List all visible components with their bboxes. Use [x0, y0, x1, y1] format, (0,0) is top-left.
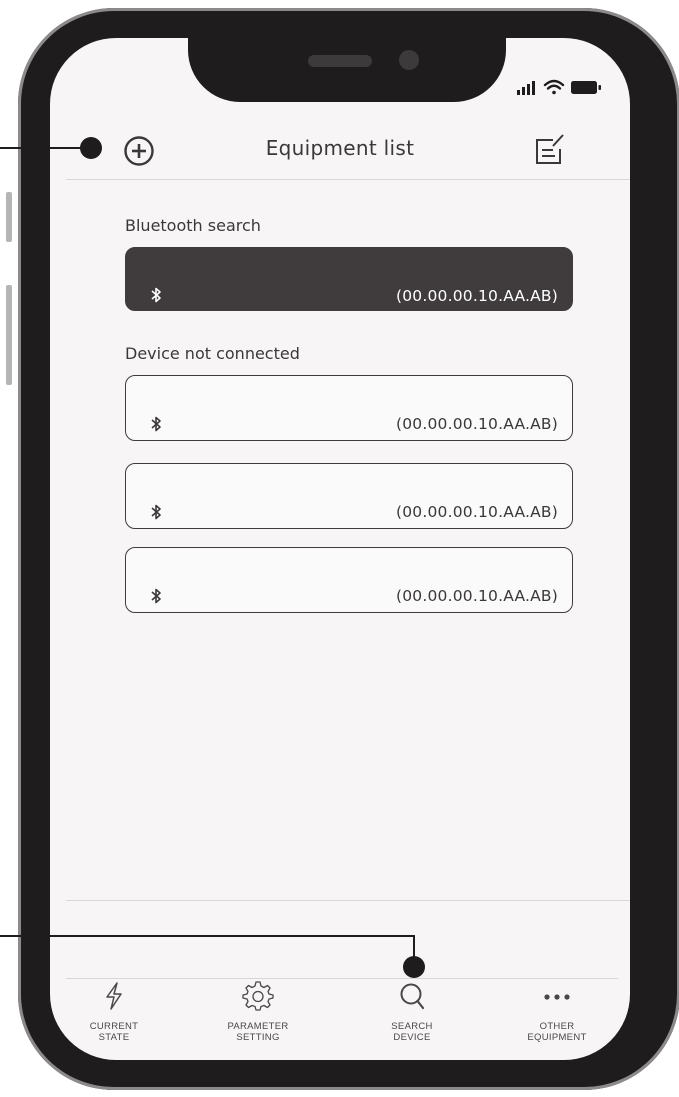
- content-divider: [66, 900, 630, 901]
- bluetooth-icon: [151, 588, 161, 604]
- device-card[interactable]: (00.00.00.10.AA.AB): [125, 463, 573, 529]
- tab-other-equipment[interactable]: OTHER EQUIPMENT: [497, 978, 617, 1058]
- device-card[interactable]: (00.00.00.10.AA.AB): [125, 547, 573, 613]
- gear-icon: [242, 981, 274, 1011]
- tab-label: OTHER EQUIPMENT: [527, 1021, 587, 1043]
- bluetooth-search-label: Bluetooth search: [125, 216, 261, 235]
- tab-current-state[interactable]: CURRENT STATE: [54, 978, 174, 1058]
- tab-parameter-setting[interactable]: PARAMETER SETTING: [198, 978, 318, 1058]
- volume-up-button: [6, 285, 12, 385]
- device-mac-address: (00.00.00.10.AA.AB): [395, 287, 558, 305]
- callout-add-button: [0, 137, 102, 159]
- bluetooth-icon: [151, 504, 161, 520]
- not-connected-label: Device not connected: [125, 344, 300, 363]
- bluetooth-icon: [151, 416, 161, 432]
- tab-label: PARAMETER SETTING: [227, 1021, 289, 1043]
- notch: [188, 38, 506, 102]
- bluetooth-icon: [151, 287, 161, 303]
- device-mac-address: (00.00.00.10.AA.AB): [395, 415, 558, 433]
- front-camera: [399, 50, 419, 70]
- status-bar-icons: [517, 79, 601, 95]
- device-card[interactable]: (00.00.00.10.AA.AB): [125, 375, 573, 441]
- callout-search-tab: [0, 935, 425, 978]
- signal-icon: [517, 81, 535, 95]
- tab-search-device[interactable]: SEARCH DEVICE: [352, 978, 472, 1058]
- header-divider: [66, 179, 630, 180]
- earpiece-speaker: [308, 55, 372, 67]
- manual-illustration: Equipment list Bluetooth search (00.00.0…: [0, 0, 679, 1097]
- device-mac-address: (00.00.00.10.AA.AB): [395, 503, 558, 521]
- phone-screen: Equipment list Bluetooth search (00.00.0…: [50, 38, 630, 1060]
- battery-icon: [571, 81, 601, 94]
- lightning-icon: [106, 982, 122, 1010]
- search-icon: [400, 983, 425, 1010]
- tab-label: CURRENT STATE: [89, 1021, 139, 1043]
- ringer-switch: [6, 192, 12, 242]
- device-mac-address: (00.00.00.10.AA.AB): [395, 587, 558, 605]
- tab-label: SEARCH DEVICE: [391, 1021, 433, 1043]
- wifi-icon: [543, 79, 565, 95]
- device-card-selected[interactable]: (00.00.00.10.AA.AB): [125, 247, 573, 311]
- more-dots-icon: [544, 994, 570, 1000]
- edit-list-button[interactable]: [531, 132, 567, 168]
